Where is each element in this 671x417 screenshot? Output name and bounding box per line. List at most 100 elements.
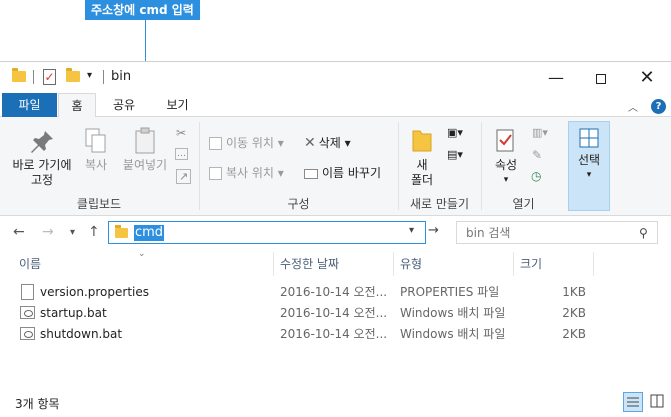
cut-icon[interactable]: ✂ bbox=[176, 126, 186, 140]
move-to-label: 이동 위치 bbox=[226, 136, 274, 150]
title-bar: ✓ ▾ bin — ✕ bbox=[0, 62, 671, 93]
maximize-button[interactable] bbox=[578, 62, 624, 93]
table-row[interactable]: version.properties 2016-10-14 오전... PROP… bbox=[0, 282, 671, 303]
copy-to-button[interactable]: 복사 위치 ▾ bbox=[209, 164, 284, 181]
open-icon[interactable]: ▥▾ bbox=[532, 126, 548, 139]
copy-path-icon[interactable]: … bbox=[175, 148, 188, 160]
column-header-date[interactable]: 수정한 날짜 bbox=[274, 252, 392, 276]
properties-label: 속성 bbox=[494, 158, 518, 172]
copy-label: 복사 bbox=[84, 158, 108, 172]
delete-button[interactable]: ✕ 삭제 ▾ bbox=[304, 134, 351, 151]
file-size: 2KB bbox=[562, 327, 586, 341]
history-icon[interactable]: ◷ bbox=[531, 169, 541, 183]
customize-quick-access-icon[interactable]: ▾ bbox=[87, 70, 92, 81]
properties-check-icon[interactable]: ✓ bbox=[43, 69, 56, 85]
new-folder-icon bbox=[412, 130, 432, 152]
new-folder-icon[interactable] bbox=[66, 68, 80, 82]
file-name: shutdown.bat bbox=[40, 327, 123, 341]
pin-label-line1: 바로 가기에 bbox=[12, 158, 72, 172]
address-input[interactable]: cmd bbox=[134, 225, 165, 241]
column-header-type[interactable]: 유형 bbox=[394, 252, 512, 276]
file-size: 1KB bbox=[562, 285, 586, 299]
recent-locations-chevron-icon[interactable]: ▾ bbox=[70, 227, 75, 238]
select-label: 선택 bbox=[577, 153, 601, 167]
move-to-button[interactable]: 이동 위치 ▾ bbox=[209, 134, 284, 151]
details-view-button[interactable] bbox=[623, 392, 643, 412]
tab-view[interactable]: 보기 bbox=[155, 93, 200, 117]
paste-button[interactable]: 붙여넣기 bbox=[118, 127, 172, 173]
file-name: startup.bat bbox=[40, 306, 107, 320]
paste-shortcut-icon[interactable]: ↗ bbox=[176, 169, 192, 184]
document-icon bbox=[21, 284, 34, 300]
copy-button[interactable]: 복사 bbox=[80, 127, 112, 173]
explorer-window: ✓ ▾ bin — ✕ 파일 홈 공유 보기 ︿ ? 바로 가기에 고정 복사 … bbox=[0, 61, 671, 417]
new-group-label: 새로 만들기 bbox=[409, 197, 469, 211]
rename-icon bbox=[304, 168, 318, 179]
open-group-label: 열기 bbox=[512, 197, 535, 211]
pin-label-line2: 고정 bbox=[30, 173, 54, 187]
paste-icon bbox=[135, 127, 155, 154]
minimize-button[interactable]: — bbox=[533, 62, 579, 93]
large-icons-view-button[interactable] bbox=[648, 392, 668, 412]
back-arrow-icon[interactable]: ← bbox=[13, 224, 25, 240]
help-icon[interactable]: ? bbox=[651, 99, 666, 114]
tab-home[interactable]: 홈 bbox=[58, 93, 96, 118]
search-input[interactable]: bin 검색 bbox=[466, 225, 510, 241]
chevron-down-icon[interactable]: ▾ bbox=[409, 225, 414, 236]
close-button[interactable]: ✕ bbox=[624, 62, 670, 93]
new-item-icon[interactable]: ▣▾ bbox=[447, 126, 463, 139]
divider[interactable] bbox=[593, 252, 594, 276]
easy-access-icon[interactable]: ▤▾ bbox=[447, 148, 463, 161]
new-folder-button[interactable]: 새 폴더 bbox=[403, 127, 441, 188]
move-to-icon bbox=[209, 137, 222, 150]
chevron-down-icon: ▾ bbox=[503, 175, 509, 185]
ribbon-tabs: 파일 홈 공유 보기 bbox=[0, 93, 671, 118]
properties-icon bbox=[496, 129, 514, 152]
new-folder-label-line2: 폴더 bbox=[410, 173, 434, 187]
paste-label: 붙여넣기 bbox=[122, 158, 168, 172]
batch-file-icon bbox=[20, 327, 35, 340]
ribbon: 바로 가기에 고정 복사 붙여넣기 ✂ … ↗ 클립보드 이동 위치 ▾ 복사 bbox=[0, 117, 671, 216]
file-name: version.properties bbox=[40, 285, 150, 299]
table-row[interactable]: shutdown.bat 2016-10-14 오전... Windows 배치… bbox=[0, 324, 671, 345]
details-view-icon bbox=[627, 397, 639, 407]
pin-quick-access-button[interactable]: 바로 가기에 고정 bbox=[8, 127, 76, 188]
select-grid-icon bbox=[579, 128, 599, 148]
file-type: PROPERTIES 파일 bbox=[400, 285, 500, 299]
clipboard-group-label: 클립보드 bbox=[76, 197, 122, 211]
rename-button[interactable]: 이름 바꾸기 bbox=[304, 164, 381, 181]
properties-button[interactable]: 속성 ▾ bbox=[486, 127, 526, 188]
copy-to-label: 복사 위치 bbox=[226, 166, 274, 180]
copy-to-icon bbox=[209, 167, 222, 180]
batch-file-icon bbox=[20, 306, 35, 319]
folder-icon[interactable] bbox=[12, 68, 26, 82]
annotation-callout: 주소창에 cmd 입력 bbox=[85, 0, 200, 20]
edit-icon[interactable]: ✎ bbox=[532, 148, 542, 162]
tab-file[interactable]: 파일 bbox=[2, 93, 57, 117]
column-header-size[interactable]: 크기 bbox=[514, 252, 592, 276]
tab-share[interactable]: 공유 bbox=[104, 93, 144, 117]
go-arrow-icon[interactable]: → bbox=[428, 223, 439, 238]
up-arrow-icon[interactable]: ↑ bbox=[88, 224, 100, 240]
select-button[interactable]: 선택 ▾ bbox=[568, 121, 610, 211]
organize-group-label: 구성 bbox=[287, 197, 310, 211]
file-size: 2KB bbox=[562, 306, 586, 320]
folder-icon bbox=[115, 225, 128, 238]
navigation-bar: ← → ▾ ↑ cmd ▾ → bin 검색 ⚲ bbox=[0, 216, 671, 249]
file-date: 2016-10-14 오전... bbox=[280, 306, 388, 320]
search-icon[interactable]: ⚲ bbox=[639, 226, 648, 240]
divider bbox=[103, 70, 104, 84]
search-box[interactable]: bin 검색 ⚲ bbox=[456, 221, 658, 244]
address-bar[interactable]: cmd ▾ bbox=[108, 221, 426, 244]
table-row[interactable]: startup.bat 2016-10-14 오전... Windows 배치 … bbox=[0, 303, 671, 324]
delete-x-icon: ✕ bbox=[304, 135, 316, 151]
file-type: Windows 배치 파일 bbox=[400, 306, 506, 320]
delete-label: 삭제 bbox=[318, 136, 341, 150]
chevron-up-icon[interactable]: ︿ bbox=[628, 99, 638, 114]
copy-icon bbox=[85, 128, 106, 153]
large-icons-view-icon bbox=[650, 394, 664, 408]
file-date: 2016-10-14 오전... bbox=[280, 285, 388, 299]
column-header-name[interactable]: 이름 bbox=[13, 252, 273, 276]
maximize-icon bbox=[596, 73, 606, 84]
forward-arrow-icon[interactable]: → bbox=[42, 224, 54, 240]
